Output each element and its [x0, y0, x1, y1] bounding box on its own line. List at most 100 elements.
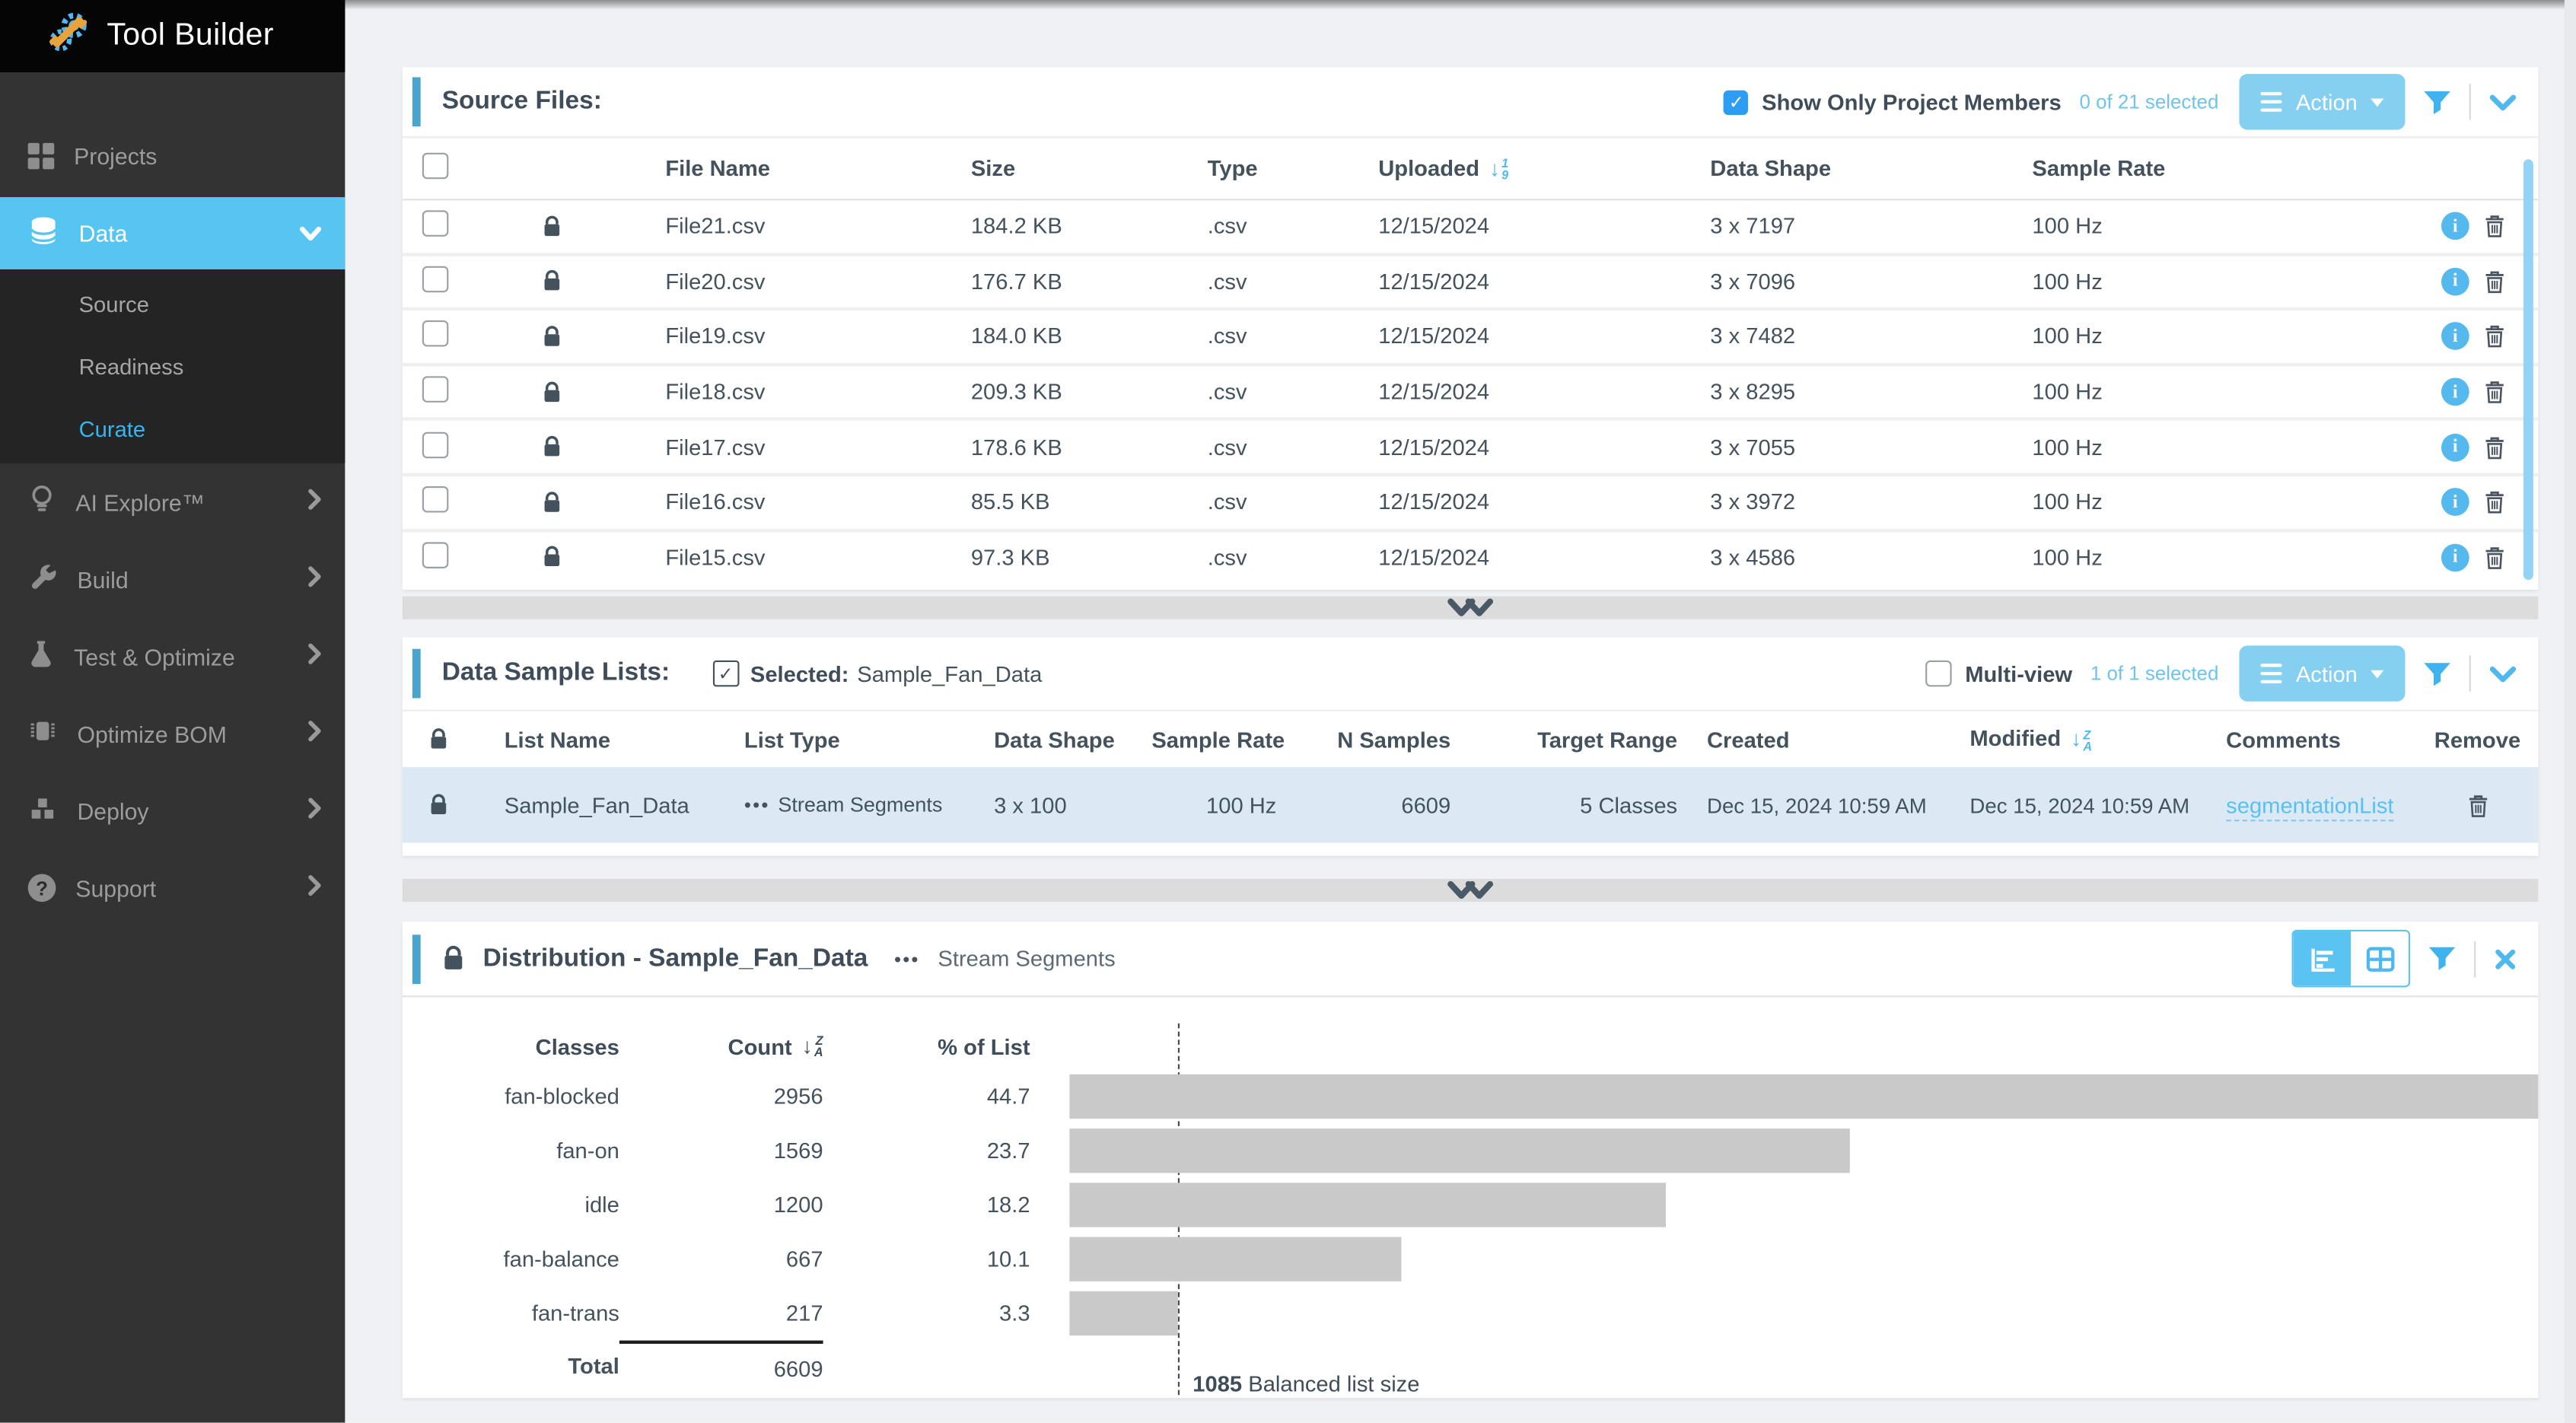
sidebar-item-readiness[interactable]: Readiness [0, 335, 345, 397]
bar-chart-view-button[interactable] [2294, 931, 2352, 985]
source-selection-status: 0 of 21 selected [2079, 91, 2218, 113]
sidebar-item-build[interactable]: Build [0, 540, 345, 617]
select-all-checkbox[interactable] [422, 153, 449, 180]
file-uploaded: 12/15/2024 [1339, 380, 1670, 404]
col-size: Size [931, 156, 1168, 180]
trash-icon[interactable] [2484, 269, 2505, 294]
info-icon[interactable]: i [2441, 433, 2469, 461]
sample-lists-table-header: List Name List Type Data Shape Sample Ra… [403, 710, 2538, 768]
row-checkbox[interactable] [422, 266, 449, 292]
dist-total-count: 6609 [619, 1341, 823, 1393]
row-checkbox[interactable] [422, 542, 449, 568]
col-target-range: Target Range [1450, 727, 1677, 751]
source-file-row: File18.csv 209.3 KB .csv 12/15/2024 3 x … [403, 366, 2538, 422]
trash-icon[interactable] [2484, 435, 2505, 459]
file-data-shape: 3 x 7096 [1670, 269, 1992, 294]
file-type: .csv [1168, 380, 1339, 404]
filter-funnel-icon [2428, 946, 2457, 970]
info-icon[interactable]: i [2441, 268, 2469, 296]
sample-lists-table-body: Sample_Fan_Data •••Stream Segments 3 x 1… [403, 767, 2538, 842]
app-root: Tool Builder Projects Data [0, 0, 2576, 1423]
bar-chart-icon [2307, 945, 2337, 972]
col-modified[interactable]: Modified↓ZA [1941, 727, 2197, 752]
source-collapse-button[interactable] [2489, 93, 2517, 111]
distribution-close-button[interactable] [2494, 947, 2517, 970]
list-sample-rate: 100 Hz [1122, 793, 1276, 817]
source-table-scrollbar[interactable] [2523, 159, 2533, 580]
table-view-button[interactable] [2351, 931, 2409, 985]
lists-panel-collapse-handle[interactable] [403, 879, 2538, 902]
info-icon[interactable]: i [2441, 489, 2469, 517]
dist-count: 1569 [619, 1124, 823, 1178]
trash-icon[interactable] [2484, 324, 2505, 349]
lock-icon [542, 380, 562, 403]
selected-list-name: Sample_Fan_Data [857, 661, 1042, 686]
distribution-filter-button[interactable] [2428, 946, 2457, 970]
info-icon[interactable]: i [2441, 543, 2469, 571]
lists-collapse-button[interactable] [2489, 664, 2517, 683]
show-only-project-members-checkbox[interactable]: ✓ [1724, 90, 1749, 114]
lists-filter-button[interactable] [2423, 661, 2451, 686]
trash-icon[interactable] [2466, 793, 2488, 817]
file-data-shape: 3 x 8295 [1670, 380, 1992, 404]
sidebar-item-label: Test & Optimize [74, 643, 235, 670]
dist-pct: 10.1 [823, 1232, 1030, 1286]
source-file-row: File17.csv 178.6 KB .csv 12/15/2024 3 x … [403, 421, 2538, 476]
filter-funnel-icon [2423, 90, 2451, 114]
lists-action-button[interactable]: Action [2240, 645, 2405, 701]
dist-count: 667 [619, 1232, 823, 1286]
sidebar-item-ai-explore[interactable]: AI Explore™ [0, 463, 345, 540]
sample-list-row[interactable]: Sample_Fan_Data •••Stream Segments 3 x 1… [403, 767, 2538, 842]
row-checkbox[interactable] [422, 431, 449, 458]
chevron-down-icon [2489, 664, 2517, 683]
row-checkbox[interactable] [422, 321, 449, 348]
database-icon [28, 215, 59, 251]
selected-list-checkbox[interactable]: ✓ [712, 661, 739, 687]
chevron-right-icon [307, 565, 322, 594]
info-icon[interactable]: i [2441, 212, 2469, 240]
trash-icon[interactable] [2484, 214, 2505, 238]
sidebar-item-label: Support [75, 875, 156, 902]
source-filter-button[interactable] [2423, 90, 2451, 114]
row-checkbox[interactable] [422, 487, 449, 514]
divider [2469, 84, 2471, 119]
col-count[interactable]: Count↓ZA [619, 1023, 823, 1069]
sidebar-item-support[interactable]: ? Support [0, 849, 345, 926]
sidebar-item-data[interactable]: Data [0, 197, 345, 269]
info-icon[interactable]: i [2441, 323, 2469, 351]
file-data-shape: 3 x 7482 [1670, 324, 1992, 349]
multi-view-checkbox[interactable] [1925, 661, 1952, 687]
dist-bar [1069, 1183, 1666, 1227]
lists-selection-status: 1 of 1 selected [2090, 662, 2219, 685]
source-panel-collapse-handle[interactable] [403, 597, 2538, 619]
col-list-type: List Type [715, 727, 964, 751]
sidebar-item-optimize-bom[interactable]: Optimize BOM [0, 695, 345, 772]
lock-icon [542, 491, 562, 514]
source-files-title: Source Files: [442, 87, 602, 116]
row-checkbox[interactable] [422, 211, 449, 237]
lock-icon [542, 270, 562, 293]
file-sample-rate: 100 Hz [1993, 490, 2387, 514]
source-files-table-body: File21.csv 184.2 KB .csv 12/15/2024 3 x … [403, 200, 2538, 583]
sidebar-item-curate[interactable]: Curate [0, 397, 345, 460]
sidebar: Tool Builder Projects Data [0, 0, 345, 1423]
col-file-name: File Name [626, 156, 932, 180]
trash-icon[interactable] [2484, 545, 2505, 569]
comments-link[interactable]: segmentationList [2226, 793, 2393, 821]
info-icon[interactable]: i [2441, 378, 2469, 406]
lock-icon [542, 325, 562, 348]
source-action-button[interactable]: Action [2240, 74, 2405, 129]
page-scrollbar[interactable] [2565, 0, 2576, 1423]
sidebar-item-deploy[interactable]: Deploy [0, 772, 345, 849]
sidebar-item-source[interactable]: Source [0, 272, 345, 335]
sidebar-item-projects[interactable]: Projects [0, 120, 345, 193]
col-uploaded[interactable]: Uploaded↓19 [1339, 156, 1670, 181]
dist-class: fan-trans [403, 1286, 619, 1340]
lock-icon [542, 435, 562, 458]
divider [2474, 941, 2476, 976]
sidebar-item-test-optimize[interactable]: Test & Optimize [0, 618, 345, 695]
row-checkbox[interactable] [422, 377, 449, 403]
trash-icon[interactable] [2484, 490, 2505, 514]
source-file-row: File19.csv 184.0 KB .csv 12/15/2024 3 x … [403, 310, 2538, 366]
trash-icon[interactable] [2484, 380, 2505, 404]
